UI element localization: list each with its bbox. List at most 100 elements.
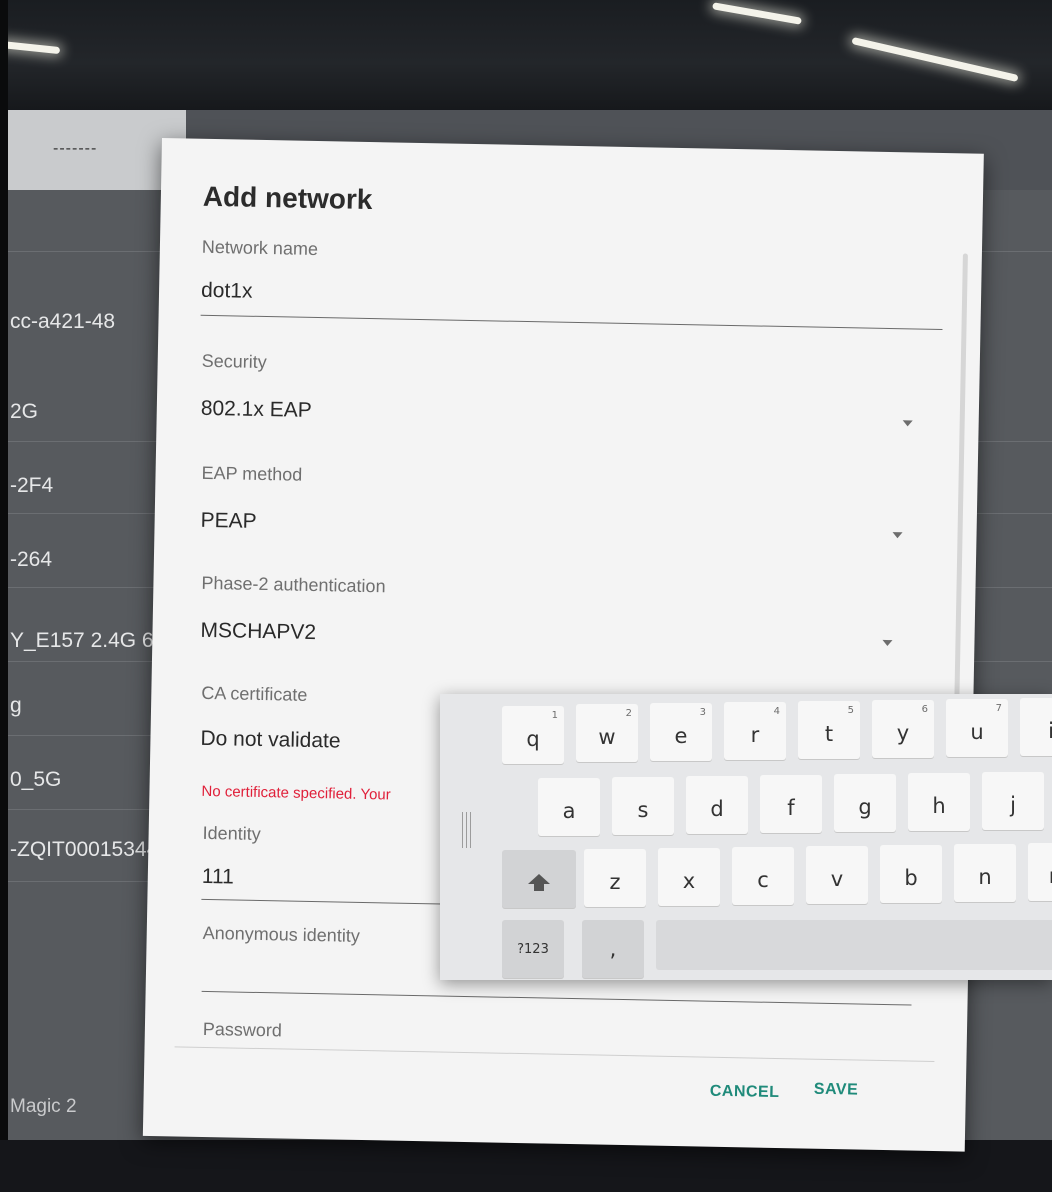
space-key[interactable] xyxy=(656,920,1052,970)
drag-handle-icon[interactable] xyxy=(462,812,474,848)
key-label: a xyxy=(562,799,576,823)
key-e[interactable]: 3e xyxy=(650,703,712,761)
key-label: d xyxy=(710,797,724,821)
eap-method-select[interactable]: PEAP xyxy=(200,509,256,534)
cancel-button[interactable]: CANCEL xyxy=(710,1083,780,1102)
key-d[interactable]: d xyxy=(686,776,748,834)
security-select[interactable]: 802.1x EAP xyxy=(201,397,312,423)
key-hint: 2 xyxy=(625,708,632,719)
phase2-label: Phase-2 authentication xyxy=(201,572,386,597)
key-y[interactable]: 6y xyxy=(872,700,934,758)
security-label: Security xyxy=(201,350,267,373)
key-label: u xyxy=(970,720,984,744)
key-label: b xyxy=(904,866,918,890)
anonymous-identity-label: Anonymous identity xyxy=(202,922,361,946)
key-r[interactable]: 4r xyxy=(724,702,786,760)
comma-key-label: , xyxy=(609,937,617,961)
key-label: f xyxy=(787,796,795,820)
ceiling-light xyxy=(851,36,1019,83)
key-label: e xyxy=(674,724,688,748)
identity-input[interactable]: 111 xyxy=(202,865,234,890)
network-name-underline xyxy=(200,314,943,331)
key-label: y xyxy=(896,721,910,745)
key-label: c xyxy=(757,868,769,892)
key-q[interactable]: 1q xyxy=(502,706,564,764)
background-header: ------- xyxy=(8,110,186,190)
soft-keyboard: 1q 2w 3e 4r 5t 6y 7u i a s d f g h j z x… xyxy=(440,694,1052,980)
chevron-down-icon[interactable] xyxy=(892,532,903,539)
identity-label: Identity xyxy=(202,822,261,845)
network-name-input[interactable]: dot1x xyxy=(201,279,253,304)
key-label: x xyxy=(682,869,696,893)
key-label: v xyxy=(830,867,844,891)
key-a[interactable]: a xyxy=(538,778,600,836)
key-label: i xyxy=(1048,719,1052,743)
key-label: z xyxy=(609,870,621,894)
key-h[interactable]: h xyxy=(908,773,970,831)
key-c[interactable]: c xyxy=(732,847,794,905)
network-name-label: Network name xyxy=(201,236,319,260)
key-label: s xyxy=(637,798,649,822)
key-label: n xyxy=(978,865,992,889)
dialog-scrollbar[interactable] xyxy=(953,253,968,724)
key-label: q xyxy=(526,727,540,751)
key-g[interactable]: g xyxy=(834,774,896,832)
shift-key[interactable] xyxy=(502,850,576,908)
network-ssid: 2G xyxy=(10,400,39,423)
key-w[interactable]: 2w xyxy=(576,704,638,762)
key-label: r xyxy=(750,723,760,747)
anonymous-identity-underline xyxy=(201,990,912,1006)
key-m[interactable]: m xyxy=(1028,843,1052,901)
ca-certificate-select[interactable]: Do not validate xyxy=(200,727,341,754)
key-z[interactable]: z xyxy=(584,849,646,907)
network-ssid: -264 xyxy=(10,548,53,571)
save-button[interactable]: SAVE xyxy=(814,1081,859,1100)
key-hint: 7 xyxy=(995,703,1002,714)
key-t[interactable]: 5t xyxy=(798,701,860,759)
key-hint: 3 xyxy=(699,707,706,718)
key-v[interactable]: v xyxy=(806,846,868,904)
ceiling-light xyxy=(0,40,61,55)
eap-method-label: EAP method xyxy=(201,462,303,485)
ca-certificate-label: CA certificate xyxy=(201,682,308,705)
network-ssid: g xyxy=(10,694,22,717)
key-b[interactable]: b xyxy=(880,845,942,903)
key-f[interactable]: f xyxy=(760,775,822,833)
key-j[interactable]: j xyxy=(982,772,1044,830)
key-hint: 4 xyxy=(773,706,780,717)
key-i[interactable]: i xyxy=(1020,698,1052,756)
room-ceiling xyxy=(0,0,1052,115)
key-hint: 1 xyxy=(551,710,558,721)
key-n[interactable]: n xyxy=(954,844,1016,902)
password-label: Password xyxy=(202,1018,283,1041)
key-x[interactable]: x xyxy=(658,848,720,906)
network-ssid: Y_E157 2.4G 6信 xyxy=(10,629,175,652)
network-ssid: 0_5G xyxy=(10,768,62,791)
network-ssid: cc-a421-48 xyxy=(10,310,116,333)
dialog-title: Add network xyxy=(202,180,373,216)
monitor-bezel xyxy=(0,0,8,1192)
phase2-select[interactable]: MSCHAPV2 xyxy=(200,619,316,645)
comma-key[interactable]: , xyxy=(582,920,644,978)
key-label: h xyxy=(932,794,946,818)
key-label: t xyxy=(824,722,834,746)
key-label: w xyxy=(598,725,616,749)
chevron-down-icon[interactable] xyxy=(902,420,913,427)
network-ssid: Magic 2 xyxy=(10,1096,77,1117)
dialog-actions-divider xyxy=(174,1046,935,1062)
key-s[interactable]: s xyxy=(612,777,674,835)
add-network-dialog: Add network Network name dot1x Security … xyxy=(142,138,984,1152)
key-u[interactable]: 7u xyxy=(946,699,1008,757)
background-header-text: ------- xyxy=(53,140,98,157)
ceiling-light xyxy=(712,2,802,25)
symbols-key-label: ?123 xyxy=(517,941,549,957)
key-hint: 5 xyxy=(847,705,854,716)
key-hint: 6 xyxy=(921,704,928,715)
chevron-down-icon[interactable] xyxy=(882,639,893,647)
network-ssid: -2F4 xyxy=(10,474,54,497)
symbols-key[interactable]: ?123 xyxy=(502,920,564,978)
certificate-warning: No certificate specified. Your xyxy=(201,782,391,804)
shift-arrow-icon xyxy=(528,874,550,891)
key-label: j xyxy=(1010,793,1016,817)
key-label: g xyxy=(858,795,872,819)
